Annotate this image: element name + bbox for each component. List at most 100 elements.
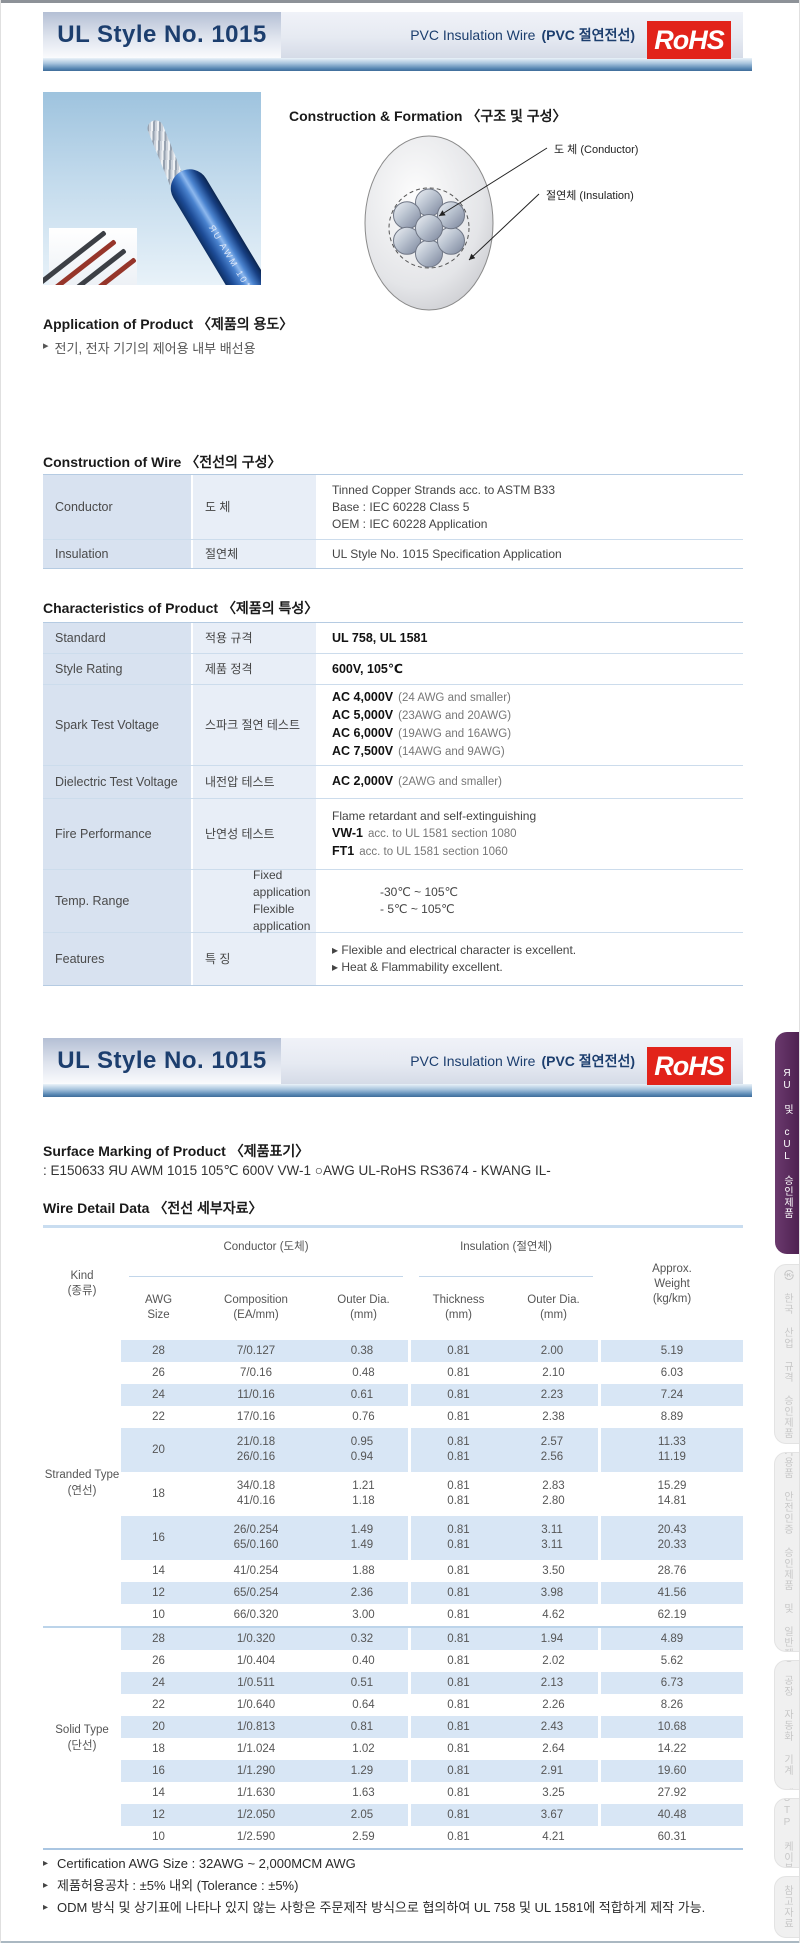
thickness-cell: 0.81 — [411, 1650, 506, 1672]
construction-heading: Construction of Wire 〈전선의 구성〉 — [43, 452, 282, 472]
value-text: ▸ Heat & Flammability excellent. — [332, 960, 503, 974]
page-title: UL Style No. 1015 — [57, 21, 266, 49]
awg-cell: 22 — [121, 1406, 196, 1428]
row-label-line: Flexible application — [205, 901, 316, 935]
side-tab-label: 산업용 공장 자동화 기계 케이블 — [780, 1660, 795, 1790]
row-label-kr: 도 체 — [193, 475, 318, 539]
value-line: UL Style No. 1015 Specification Applicat… — [332, 546, 743, 563]
awg-cell: 22 — [121, 1694, 196, 1716]
value-line: Base : IEC 60228 Class 5 — [332, 499, 743, 516]
awg-cell: 10 — [121, 1604, 196, 1626]
row-value: Tinned Copper Strands acc. to ASTM B33Ba… — [318, 475, 743, 539]
weight-cell: 19.60 — [601, 1760, 743, 1782]
weight-cell: 7.24 — [601, 1384, 743, 1406]
row-value: UL 758, UL 1581 — [318, 623, 743, 653]
row-label-en: Temp. Range — [43, 870, 193, 932]
table-row: 281/0.3200.320.811.944.89 — [43, 1628, 743, 1650]
value-line: VW-1acc. to UL 1581 section 1080 — [332, 825, 743, 843]
conductor-label: 도 체 (Conductor) — [554, 143, 638, 156]
side-tab-6[interactable]: 참고자료 — [774, 1876, 799, 1938]
composition-cell: 1/0.404 — [196, 1650, 316, 1672]
row-label-line: 도 체 — [205, 499, 316, 516]
outer-dia-cell: 0.51 — [316, 1672, 411, 1694]
note-text: Certification AWG Size : 32AWG ~ 2,000MC… — [57, 1854, 743, 1873]
header-accent-strip — [43, 1084, 752, 1097]
col-header-thickness: Thickness(mm) — [411, 1284, 506, 1332]
weight-cell: 41.56 — [601, 1582, 743, 1604]
bullet-icon: ▸ — [43, 1854, 57, 1873]
side-tab-3[interactable]: 전기용품 안전인증 승인제품 및 일반제품 — [774, 1452, 799, 1652]
table-row: 1265/0.2542.360.813.9841.56 — [43, 1582, 743, 1604]
characteristics-table: Standard적용 규격UL 758, UL 1581Style Rating… — [43, 622, 743, 986]
outer-dia-cell: 1.02 — [316, 1738, 411, 1760]
composition-cell: 11/0.16 — [196, 1384, 316, 1406]
side-tab-label: ЯU 및 cUL 승인제품 — [780, 1068, 795, 1219]
outer-dia-cell: 2.05 — [316, 1804, 411, 1826]
row-label-kr: 난연성 테스트 — [193, 799, 318, 869]
thickness-cell: 0.810.81 — [411, 1516, 506, 1560]
row-label-kr: Fixed applicationFlexible application — [193, 870, 318, 932]
value-text: (14AWG and 9AWG) — [398, 746, 505, 758]
value-text: - 5℃ ~ 105℃ — [380, 902, 455, 916]
thickness-cell: 0.81 — [411, 1582, 506, 1604]
rohs-logo: RoHS — [647, 1047, 731, 1085]
outer-dia2-cell: 3.113.11 — [506, 1516, 601, 1560]
table-row: Standard적용 규격UL 758, UL 1581 — [43, 623, 743, 654]
awg-cell: 18 — [121, 1472, 196, 1516]
thickness-cell: 0.81 — [411, 1560, 506, 1582]
page1-header: UL Style No. 1015 PVC Insulation Wire (P… — [43, 12, 743, 71]
table-row: 161/1.2901.290.812.9119.60 — [43, 1760, 743, 1782]
value-line: 600V, 105℃ — [332, 661, 743, 678]
awg-cell: 20 — [121, 1428, 196, 1472]
thickness-cell: 0.81 — [411, 1826, 506, 1848]
page2-header: UL Style No. 1015 PVC Insulation Wire (P… — [43, 1038, 743, 1097]
weight-cell: 5.19 — [601, 1340, 743, 1362]
table-row: Conductor 도 체Tinned Copper Strands acc. t… — [43, 475, 743, 540]
value-line: AC 6,000V(19AWG and 16AWG) — [332, 725, 743, 743]
row-label-en: Features — [43, 933, 193, 985]
row-value: ▸ Flexible and electrical character is e… — [318, 933, 743, 985]
table-row: 141/1.6301.630.813.2527.92 — [43, 1782, 743, 1804]
row-label-line: 난연성 테스트 — [205, 826, 316, 843]
thickness-cell: 0.81 — [411, 1804, 506, 1826]
side-tab-1[interactable]: ЯU 및 cUL 승인제품 — [775, 1032, 799, 1254]
col-header-outer-dia-2: Outer Dia.(mm) — [506, 1284, 601, 1332]
outer-dia2-cell: 2.13 — [506, 1672, 601, 1694]
awg-cell: 28 — [121, 1340, 196, 1362]
composition-cell: 7/0.127 — [196, 1340, 316, 1362]
outer-dia-cell: 1.63 — [316, 1782, 411, 1804]
outer-dia-cell: 0.81 — [316, 1716, 411, 1738]
value-line: - 5℃ ~ 105℃ — [332, 901, 743, 918]
row-value: -30℃ ~ 105℃- 5℃ ~ 105℃ — [318, 870, 743, 932]
construction-table: Conductor 도 체Tinned Copper Strands acc. t… — [43, 474, 743, 569]
composition-cell: 21/0.1826/0.16 — [196, 1428, 316, 1472]
col-header-outer-dia-1: Outer Dia.(mm) — [316, 1284, 411, 1332]
row-label-en: Conductor — [43, 475, 193, 539]
side-tab-2[interactable]: ㉿ 한국 산업 규격 승인제품 — [774, 1264, 799, 1444]
note-text: ODM 방식 및 상기표에 나타나 있지 않는 사항은 주문제작 방식으로 협의… — [57, 1898, 743, 1917]
composition-cell: 1/1.290 — [196, 1760, 316, 1782]
outer-dia-cell: 3.00 — [316, 1604, 411, 1626]
weight-cell: 20.4320.33 — [601, 1516, 743, 1560]
side-tab-4[interactable]: 산업용 공장 자동화 기계 케이블 — [774, 1660, 799, 1790]
note-item: ▸ODM 방식 및 상기표에 나타나 있지 않는 사항은 주문제작 방식으로 협… — [43, 1898, 743, 1917]
awg-cell: 18 — [121, 1738, 196, 1760]
header-accent-strip — [43, 58, 752, 71]
value-bold: UL 758, UL 1581 — [332, 631, 427, 645]
thickness-cell: 0.81 — [411, 1406, 506, 1428]
diagram-title: Construction & Formation 〈구조 및 구성〉 — [289, 106, 567, 126]
row-label-line: Fixed application — [205, 867, 316, 901]
value-text: Flame retardant and self-extinguishing — [332, 809, 536, 823]
weight-cell: 62.19 — [601, 1604, 743, 1626]
weight-cell: 15.2914.81 — [601, 1472, 743, 1516]
row-label-kr: 제품 정격 — [193, 654, 318, 684]
col-header-composition: Composition(EA/mm) — [196, 1284, 316, 1332]
side-tab-5[interactable]: UTP 케이블 — [774, 1798, 799, 1868]
outer-dia-cell: 2.36 — [316, 1582, 411, 1604]
composition-cell: 1/1.630 — [196, 1782, 316, 1804]
table-row: 2411/0.160.610.812.237.24 — [43, 1384, 743, 1406]
value-text: acc. to UL 1581 section 1080 — [368, 828, 517, 840]
outer-dia2-cell: 4.62 — [506, 1604, 601, 1626]
wire-print-label: ЯU AWM 1015 — [207, 223, 257, 285]
thickness-cell: 0.810.81 — [411, 1428, 506, 1472]
